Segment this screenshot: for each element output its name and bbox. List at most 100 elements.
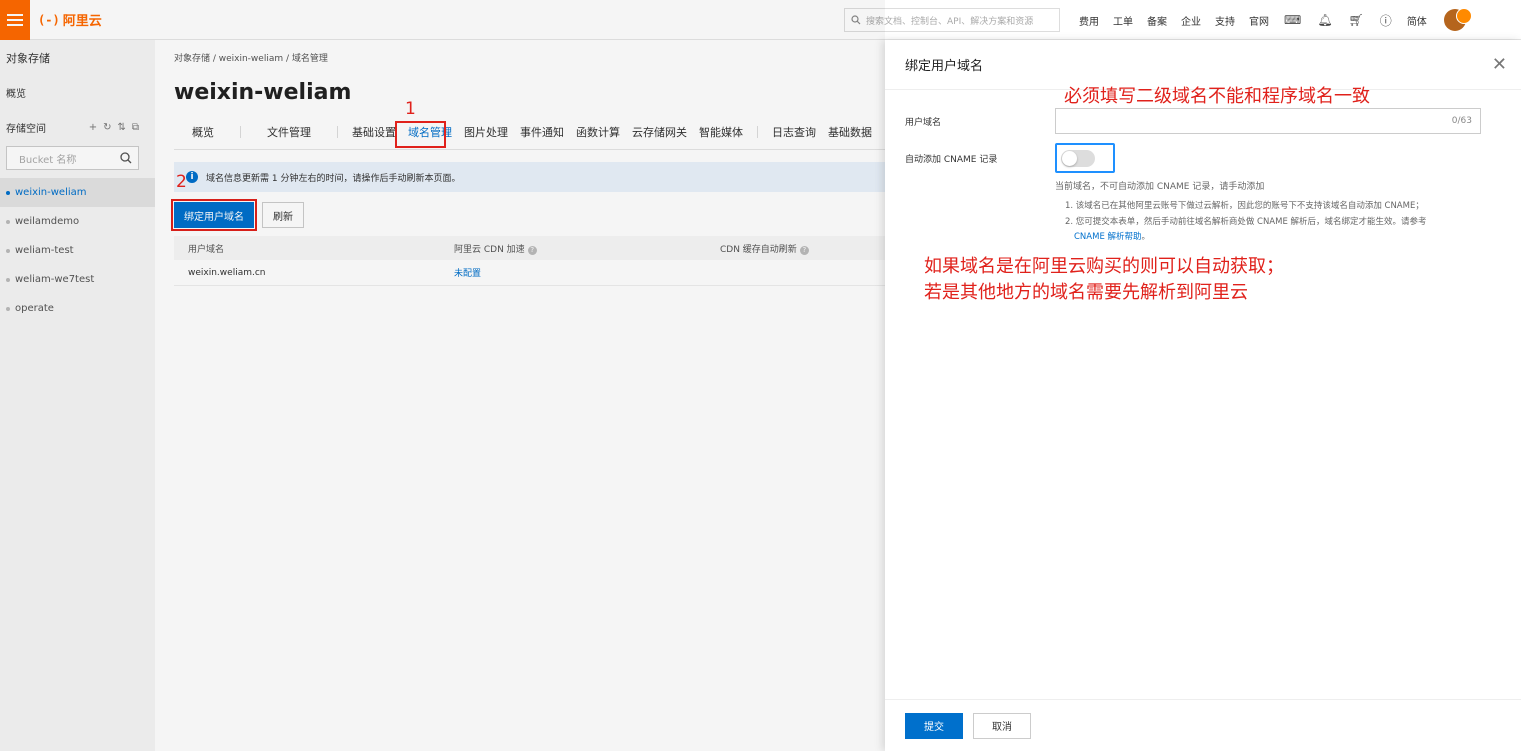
global-search-input[interactable]: 搜索文档、控制台、API、解决方案和资源	[844, 8, 1060, 32]
cell-cdn-status[interactable]: 未配置	[454, 266, 720, 279]
sidebar-title: 对象存储	[6, 52, 50, 65]
tab-image-processing[interactable]: 图片处理	[458, 124, 514, 140]
table-header: 用户域名 阿里云 CDN 加速? CDN 缓存自动刷新?	[174, 236, 886, 260]
sidebar-item-overview[interactable]: 概览	[0, 78, 155, 112]
bucket-tools: + ↻ ⇅ ⧉	[89, 122, 139, 133]
nav-ticket[interactable]: 工单	[1113, 13, 1133, 28]
annotation-number-1: 1	[405, 99, 416, 119]
avatar-badge	[1455, 8, 1472, 24]
bucket-item[interactable]: weliam-we7test	[0, 265, 155, 294]
cname-note-3: CNAME 解析帮助。	[1074, 230, 1150, 245]
tab-divider	[757, 125, 758, 138]
cname-label: 自动添加 CNAME 记录	[905, 154, 998, 165]
search-icon	[851, 15, 861, 25]
nav-support[interactable]: 支持	[1215, 13, 1235, 28]
bucket-section-header: 存储空间 + ↻ ⇅ ⧉	[0, 112, 155, 142]
cancel-button[interactable]: 取消	[973, 712, 1031, 739]
tab-function-compute[interactable]: 函数计算	[570, 124, 626, 140]
page-title: weixin-weliam	[174, 80, 352, 105]
cart-icon[interactable]: 🛒︎	[1349, 13, 1364, 27]
tab-basic-settings[interactable]: 基础设置	[346, 124, 402, 140]
breadcrumb: 对象存储 / weixin-weliam / 域名管理	[174, 54, 328, 64]
language-switch[interactable]: 简体	[1407, 13, 1427, 28]
bucket-dot	[6, 248, 10, 253]
search-icon[interactable]	[120, 152, 132, 164]
sort-icon[interactable]: ⇅	[117, 122, 125, 133]
bucket-name: weilamdemo	[15, 216, 80, 227]
bucket-dot	[6, 277, 10, 282]
menu-icon[interactable]	[0, 0, 30, 40]
bucket-name: operate	[15, 303, 54, 314]
nav-enterprise[interactable]: 企业	[1181, 13, 1201, 28]
bucket-item[interactable]: weilamdemo	[0, 207, 155, 236]
tab-log-query[interactable]: 日志查询	[766, 124, 822, 140]
drawer-footer: 提交 取消	[885, 699, 1521, 751]
tab-event-notification[interactable]: 事件通知	[514, 124, 570, 140]
cell-domain: weixin.weliam.cn	[188, 267, 266, 278]
cname-help-link[interactable]: CNAME 解析帮助	[1074, 232, 1142, 242]
bell-icon[interactable]: 🔔︎	[1317, 13, 1332, 27]
bucket-search-placeholder: Bucket 名称	[19, 154, 77, 166]
col-cdn-label: 阿里云 CDN 加速	[454, 244, 525, 255]
domain-input[interactable]: 0/63	[1055, 108, 1481, 134]
bucket-name: weixin-weliam	[15, 187, 87, 198]
refresh-icon[interactable]: ↻	[103, 122, 111, 133]
bucket-dot	[6, 190, 10, 195]
tab-overview[interactable]: 概览	[174, 124, 232, 140]
drawer-header: 绑定用户域名 ✕	[885, 40, 1521, 90]
info-notice: i 域名信息更新需 1 分钟左右的时间，请操作后手动刷新本页面。	[174, 162, 886, 192]
bucket-dot	[6, 219, 10, 224]
cname-toggle[interactable]	[1061, 149, 1095, 167]
tab-storage-gateway[interactable]: 云存储网关	[626, 124, 693, 140]
terminal-icon[interactable]: ⌨	[1284, 13, 1301, 27]
search-placeholder: 搜索文档、控制台、API、解决方案和资源	[866, 16, 1034, 27]
close-icon[interactable]: ✕	[1492, 54, 1507, 75]
help-icon[interactable]: ⓘ	[1380, 12, 1392, 29]
drawer-title: 绑定用户域名	[905, 59, 984, 74]
cname-note-1: 1. 该域名已在其他阿里云账号下做过云解析，因此您的账号下不支持该域名自动添加 …	[1065, 201, 1424, 211]
main-content: 对象存储 / weixin-weliam / 域名管理 weixin-welia…	[155, 40, 886, 751]
col-cdn-refresh-label: CDN 缓存自动刷新	[720, 244, 797, 255]
nav-official[interactable]: 官网	[1249, 13, 1269, 28]
bucket-dot	[6, 306, 10, 311]
annotation-domain-line2: 若是其他地方的域名需要先解析到阿里云	[924, 282, 1248, 303]
bucket-item[interactable]: weixin-weliam	[0, 178, 155, 207]
cname-hint: 当前域名，不可自动添加 CNAME 记录，请手动添加	[1055, 182, 1265, 192]
table-row: weixin.weliam.cn 未配置	[174, 260, 886, 286]
expand-icon[interactable]: ⧉	[132, 122, 139, 133]
annotation-box-domain-tab	[395, 121, 446, 148]
domain-label: 用户域名	[905, 117, 942, 128]
toggle-knob	[1062, 150, 1077, 166]
cname-note-2: 2. 您可提交本表单，然后手动前往域名解析商处做 CNAME 解析后，域名绑定才…	[1065, 217, 1427, 227]
bucket-search-input[interactable]: Bucket 名称	[6, 146, 139, 170]
col-cdn-refresh: CDN 缓存自动刷新?	[720, 242, 886, 255]
bind-domain-button[interactable]: 绑定用户域名	[171, 199, 257, 231]
info-icon: i	[186, 171, 198, 183]
nav-icp[interactable]: 备案	[1147, 13, 1167, 28]
bucket-item[interactable]: operate	[0, 294, 155, 323]
tab-files[interactable]: 文件管理	[249, 124, 329, 140]
nav-fee[interactable]: 费用	[1079, 13, 1099, 28]
aliyun-logo[interactable]: (-) 阿里云	[38, 10, 102, 30]
add-icon[interactable]: +	[89, 122, 97, 133]
tab-divider	[240, 125, 241, 138]
tab-basic-data[interactable]: 基础数据	[822, 124, 878, 140]
tab-smart-media[interactable]: 智能媒体	[693, 124, 749, 140]
bucket-section-label: 存储空间	[6, 123, 46, 135]
col-cdn: 阿里云 CDN 加速?	[454, 242, 720, 255]
domain-table: 用户域名 阿里云 CDN 加速? CDN 缓存自动刷新? weixin.weli…	[174, 236, 886, 286]
bucket-item[interactable]: weliam-test	[0, 236, 155, 265]
refresh-button[interactable]: 刷新	[262, 202, 304, 228]
tab-divider	[337, 125, 338, 138]
top-nav: 费用 工单 备案 企业 支持 官网 ⌨ 🔔︎ 🛒︎ ⓘ 简体	[1072, 0, 1472, 40]
bucket-name: weliam-we7test	[15, 274, 95, 285]
logo-mark: (-)	[38, 12, 60, 27]
avatar[interactable]	[1443, 8, 1472, 31]
help-icon[interactable]: ?	[799, 245, 809, 255]
bucket-name: weliam-test	[15, 245, 74, 256]
cname-note-end: 。	[1141, 232, 1151, 242]
annotation-domain-line1: 如果域名是在阿里云购买的则可以自动获取；	[924, 256, 1284, 277]
col-user-domain: 用户域名	[188, 244, 225, 255]
help-icon[interactable]: ?	[527, 245, 537, 255]
submit-button[interactable]: 提交	[905, 712, 963, 739]
